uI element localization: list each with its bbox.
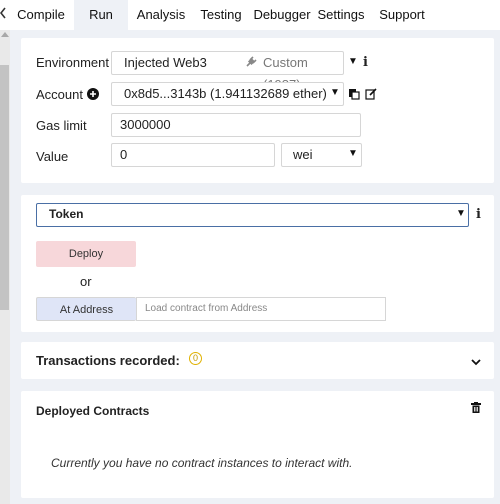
deployed-contracts-panel: Deployed Contracts Currently you have no… [21,391,494,498]
contract-selected: Token [49,207,84,221]
scrollbar-thumb[interactable] [0,65,9,310]
tab-testing[interactable]: Testing [195,0,247,30]
chevron-down-icon: ▼ [456,208,466,219]
address-input[interactable]: Load contract from Address [136,297,386,321]
or-label: or [80,274,92,289]
account-label: Account [36,87,83,102]
environment-label: Environment [36,55,109,70]
trash-icon[interactable] [471,401,481,416]
tab-support[interactable]: Support [376,0,428,30]
info-icon[interactable]: i [476,207,481,222]
tab-compile[interactable]: Compile [12,0,70,30]
gas-limit-label: Gas limit [36,118,87,133]
unit-select[interactable]: wei ▼ [281,143,362,167]
chevron-left-icon[interactable] [0,7,6,22]
value-input[interactable]: 0 [111,143,275,167]
environment-select[interactable]: Injected Web3 Custom (1987) ▼ [111,51,358,92]
transactions-label: Transactions recorded: [36,353,180,368]
tab-debugger[interactable]: Debugger [251,0,313,30]
tab-bar: Compile Run Analysis Testing Debugger Se… [0,0,500,30]
contract-panel: Token ▼ i Deploy or At Address Load cont… [21,195,494,332]
environment-value: Injected Web3 [124,55,207,70]
no-instances-message: Currently you have no contract instances… [51,456,353,470]
chevron-down-icon[interactable] [471,354,481,369]
tab-analysis[interactable]: Analysis [132,0,190,30]
at-address-button[interactable]: At Address [36,297,136,321]
tab-run[interactable]: Run [74,0,128,30]
account-value: 0x8d5...3143b (1.941132689 ether) [124,86,327,101]
tab-settings[interactable]: Settings [315,0,367,30]
plus-circle-icon[interactable] [87,88,99,103]
edit-icon[interactable] [365,88,377,103]
chevron-down-icon: ▼ [330,87,340,98]
info-icon[interactable]: i [363,55,368,70]
account-select[interactable]: 0x8d5...3143b (1.941132689 ether) ▼ [111,82,344,106]
contract-select[interactable]: Token ▼ [36,203,469,227]
transactions-panel[interactable]: Transactions recorded: 0 [21,342,494,379]
chevron-down-icon: ▼ [348,56,358,67]
deployed-contracts-title: Deployed Contracts [36,404,150,418]
gas-limit-input[interactable]: 3000000 [111,113,361,137]
settings-panel: Environment Injected Web3 Custom (1987) … [21,38,494,183]
deploy-button[interactable]: Deploy [36,241,136,267]
scroll-up-arrow-icon[interactable] [1,32,9,37]
unit-value: wei [293,147,313,162]
value-label: Value [36,149,69,164]
chevron-down-icon: ▼ [348,148,358,159]
transactions-count-badge: 0 [189,352,202,365]
plug-icon [244,52,258,74]
copy-icon[interactable] [348,88,360,103]
